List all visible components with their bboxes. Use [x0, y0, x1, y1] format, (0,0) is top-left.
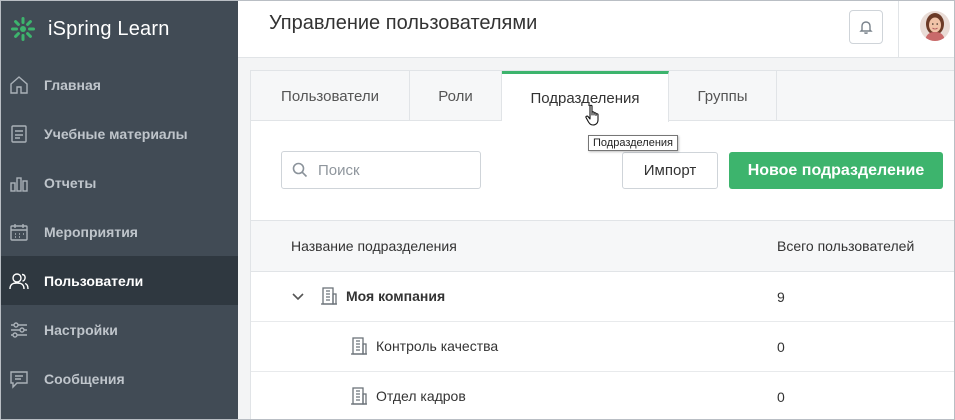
- sidebar: iSpring Learn Главная Учебные материалы …: [0, 0, 238, 420]
- notifications-button[interactable]: [849, 10, 883, 44]
- users-icon: [8, 270, 30, 292]
- header-divider: [898, 0, 899, 58]
- book-icon: [8, 123, 30, 145]
- sidebar-item-events[interactable]: Мероприятия: [0, 207, 238, 256]
- department-name: Моя компания: [346, 288, 446, 304]
- table-row[interactable]: Моя компания 9: [251, 272, 955, 322]
- search-icon: [292, 162, 308, 178]
- column-header-count[interactable]: Всего пользователей: [777, 238, 914, 254]
- sidebar-item-settings[interactable]: Настройки: [0, 305, 238, 354]
- sidebar-item-reports[interactable]: Отчеты: [0, 158, 238, 207]
- page-title: Управление пользователями: [269, 12, 538, 34]
- sidebar-item-label: Настройки: [44, 321, 118, 338]
- sidebar-item-label: Пользователи: [44, 272, 144, 289]
- tab-groups[interactable]: Группы: [669, 71, 777, 121]
- chevron-down-icon[interactable]: [291, 289, 305, 303]
- sidebar-nav: Главная Учебные материалы Отчеты Меропри…: [0, 60, 238, 403]
- sidebar-item-messages[interactable]: Сообщения: [0, 354, 238, 403]
- search-box[interactable]: [281, 151, 481, 189]
- building-icon: [349, 336, 369, 356]
- building-icon: [319, 286, 339, 306]
- tab-bar: Пользователи Роли Подразделения Группы: [251, 71, 955, 122]
- tab-label: Роли: [438, 87, 473, 105]
- column-header-name[interactable]: Название подразделения: [291, 238, 457, 254]
- table-header: Название подразделения Всего пользовател…: [251, 220, 955, 272]
- departments-panel: Пользователи Роли Подразделения Группы П…: [250, 70, 955, 420]
- hand-cursor-icon: [585, 104, 599, 126]
- top-header: Управление пользователями: [238, 0, 955, 58]
- ispring-logo-icon: [11, 17, 35, 41]
- app-logo[interactable]: iSpring Learn: [0, 0, 238, 58]
- message-icon: [8, 368, 30, 390]
- tab-label: Группы: [697, 87, 748, 105]
- sidebar-item-materials[interactable]: Учебные материалы: [0, 109, 238, 158]
- table-row[interactable]: Контроль качества 0: [251, 322, 955, 372]
- tab-roles[interactable]: Роли: [410, 71, 502, 121]
- bell-icon: [859, 21, 873, 34]
- sidebar-item-label: Мероприятия: [44, 223, 138, 240]
- sidebar-item-label: Учебные материалы: [44, 125, 188, 142]
- sidebar-item-users[interactable]: Пользователи: [0, 256, 238, 305]
- tab-tooltip: Подразделения: [588, 135, 678, 151]
- department-user-count: 9: [777, 289, 785, 305]
- department-name: Контроль качества: [376, 338, 499, 354]
- import-button[interactable]: Импорт: [622, 152, 718, 189]
- table-row[interactable]: Отдел кадров 0: [251, 372, 955, 420]
- new-department-button[interactable]: Новое подразделение: [729, 152, 943, 189]
- user-photo-icon: [920, 11, 950, 41]
- app-name: iSpring Learn: [48, 17, 170, 40]
- sidebar-item-home[interactable]: Главная: [0, 60, 238, 109]
- calendar-icon: [8, 221, 30, 243]
- department-user-count: 0: [777, 389, 785, 405]
- tab-users[interactable]: Пользователи: [251, 71, 410, 121]
- building-icon: [349, 386, 369, 406]
- home-icon: [8, 74, 30, 96]
- search-input[interactable]: [318, 161, 468, 179]
- sliders-icon: [8, 319, 30, 341]
- department-name: Отдел кадров: [376, 388, 466, 404]
- avatar[interactable]: [920, 11, 950, 41]
- bar-chart-icon: [8, 172, 30, 194]
- sidebar-item-label: Главная: [44, 76, 101, 93]
- sidebar-item-label: Сообщения: [44, 370, 125, 387]
- tab-label: Пользователи: [281, 87, 379, 105]
- sidebar-item-label: Отчеты: [44, 174, 97, 191]
- department-user-count: 0: [777, 339, 785, 355]
